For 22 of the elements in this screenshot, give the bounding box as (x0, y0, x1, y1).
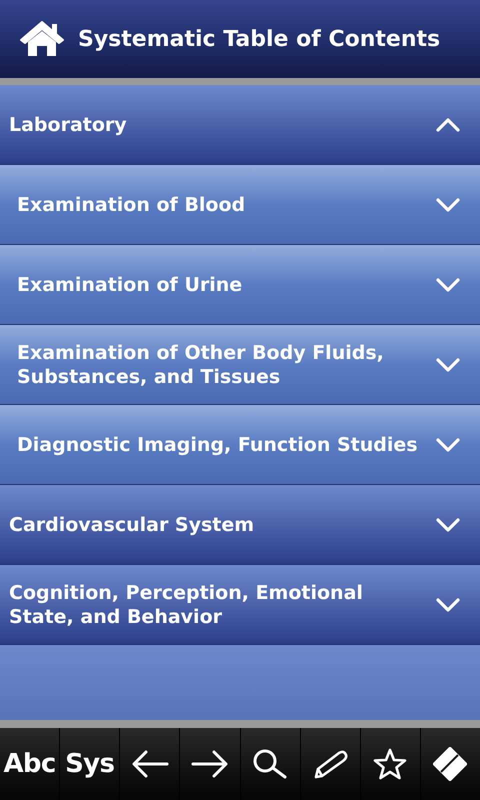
row-label: Diagnostic Imaging, Function Studies (17, 432, 419, 456)
eraser-icon (433, 747, 468, 781)
subsection-row[interactable]: Diagnostic Imaging, Function Studies (0, 405, 480, 485)
row-label: Cardiovascular System (9, 512, 256, 536)
row-label: Examination of Urine (17, 272, 244, 296)
subsection-row[interactable]: Examination of Urine (0, 245, 480, 325)
row-label: Laboratory (9, 112, 128, 136)
star-icon (372, 747, 408, 781)
section-row[interactable]: Cardiovascular System (0, 485, 480, 565)
section-row[interactable]: Cognition, Perception, Emotional State, and Behavior (0, 565, 480, 645)
home-icon[interactable] (18, 19, 66, 59)
row-label: Cognition, Perception, Emotional State, and Behavior (9, 580, 364, 628)
subsection-row[interactable]: Examination of Other Body Fluids, Substances, and Tissues (0, 325, 480, 405)
header-title: Systematic Table of Contents (78, 26, 440, 54)
section-row[interactable]: Laboratory (0, 85, 480, 165)
subsection-row[interactable]: Examination of Blood (0, 165, 480, 245)
row-label: Examination of Blood (17, 192, 246, 216)
back-arrow-icon (130, 748, 170, 780)
search-icon (252, 748, 288, 780)
row-label: Examination of Other Body Fluids, Substances, and Tissues (17, 340, 385, 388)
forward-arrow-icon (190, 748, 230, 780)
pencil-icon (312, 748, 348, 780)
